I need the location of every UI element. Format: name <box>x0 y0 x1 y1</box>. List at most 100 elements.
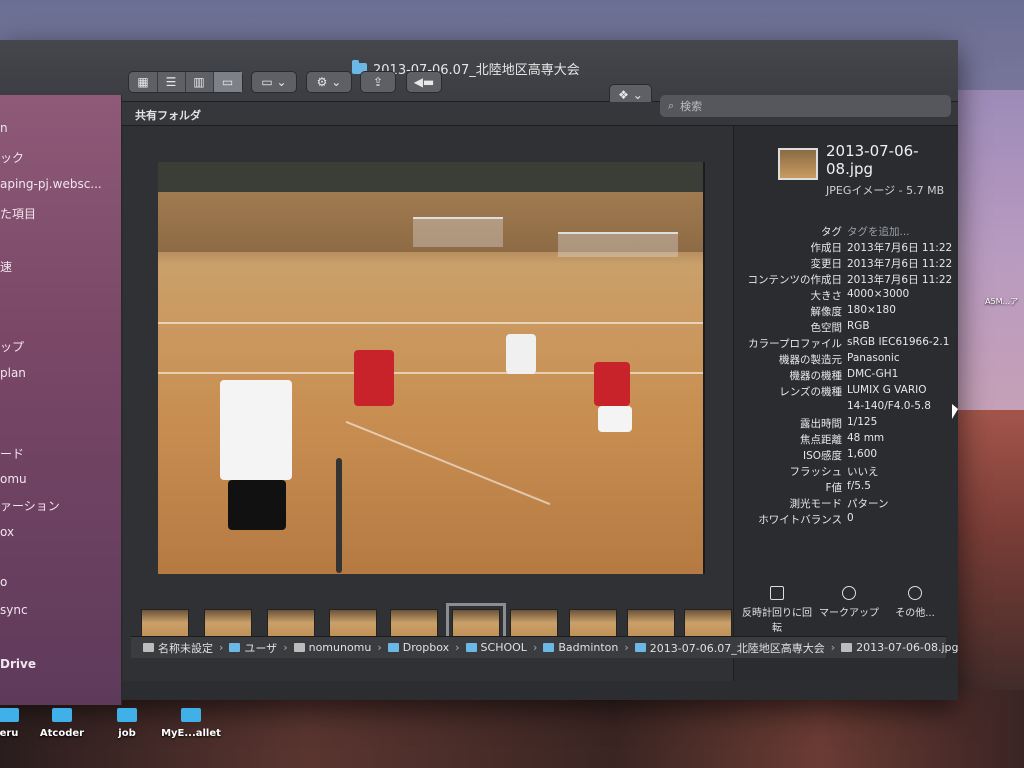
sidebar-item[interactable]: ック <box>0 149 24 166</box>
inspector-file-name: 2013-07-06-08.jpg <box>826 142 919 178</box>
photo-player-foreground <box>220 380 292 480</box>
sidebar-item[interactable]: ップ <box>0 338 24 355</box>
markup-label: マークアップ <box>819 608 879 619</box>
metadata-value: いいえ <box>847 466 879 478</box>
share-button[interactable]: ⇪ <box>360 71 396 93</box>
shared-folder-label: 共有フォルダ <box>135 109 201 122</box>
sidebar-item[interactable]: omu <box>0 472 27 486</box>
metadata-key: 露出時間 <box>800 418 842 430</box>
badminton-photo-preview[interactable] <box>158 162 703 574</box>
metadata-value: 180×180 <box>847 304 896 316</box>
chevron-right-icon: › <box>377 641 382 654</box>
metadata-key: コンテンツの作成日 <box>747 274 843 286</box>
metadata-key: フラッシュ <box>789 466 843 478</box>
view-mode-control[interactable]: ▦ ☰ ▥ ▭ <box>128 71 243 93</box>
metadata-key: 大きさ <box>810 290 843 302</box>
metadata-row: カラープロファイル sRGB IEC61966-2.1 <box>734 336 959 352</box>
metadata-row: ISO感度 1,600 <box>734 448 959 464</box>
metadata-row: フラッシュ いいえ <box>734 464 959 480</box>
path-crumb[interactable]: Badminton <box>543 641 618 654</box>
metadata-value: 2013年7月6日 11:22 <box>847 258 953 270</box>
action-button[interactable]: ⚙ ⌄ <box>306 71 352 93</box>
more-button[interactable]: その他... <box>880 586 950 619</box>
metadata-row: タグ タグを追加... <box>734 224 959 240</box>
desktop-wallpaper-sky <box>950 90 1024 420</box>
path-crumb-label: nomunomu <box>308 641 372 654</box>
metadata-key: 測光モード <box>789 498 843 510</box>
dropbox-icon: ❖ ⌄ <box>618 88 643 102</box>
metadata-key: レンズの機種 <box>779 386 842 398</box>
metadata-value: 1,600 <box>847 448 878 460</box>
desktop-folder-label: Atcoder <box>39 728 85 739</box>
path-crumb[interactable]: ユーザ <box>229 640 277 656</box>
photo-court-line <box>158 322 703 324</box>
add-tag-link[interactable]: タグを追加... <box>847 224 910 239</box>
chevron-right-icon: › <box>830 641 836 654</box>
metadata-row: 焦点距離 48 mm <box>734 432 959 448</box>
metadata-value: 0 <box>847 512 854 524</box>
desktop-folder-label: job <box>118 728 136 739</box>
inspector-file-kind: JPEGイメージ - 5.7 MB <box>826 184 945 197</box>
path-crumb[interactable]: 2013-07-06-08.jpg <box>841 641 959 654</box>
desktop-folder-label: MyE...allet <box>161 728 221 739</box>
path-crumb[interactable]: 名称未設定 <box>143 640 213 656</box>
folder-icon <box>0 708 19 722</box>
disk-icon <box>143 643 154 652</box>
photo-player-white-shorts <box>598 406 632 432</box>
search-field[interactable]: ⌕ 検索 <box>660 95 951 117</box>
sidebar-item[interactable]: plan <box>0 366 26 380</box>
group-button[interactable]: ▭ ⌄ <box>251 71 297 93</box>
sidebar-item[interactable]: Drive <box>0 657 36 671</box>
sidebar-item[interactable]: n <box>0 121 8 135</box>
folder-icon <box>387 643 399 652</box>
tag-icon: ◀▬ <box>413 75 435 89</box>
metadata-row: レンズの機種 LUMIX G VARIO <box>734 384 959 400</box>
metadata-value: LUMIX G VARIO <box>847 384 927 396</box>
path-crumb[interactable]: 2013-07-06.07_北陸地区高専大会 <box>634 640 825 656</box>
desktop-folder-job[interactable]: job <box>92 708 162 739</box>
search-icon: ⌕ <box>668 99 675 112</box>
markup-button[interactable]: マークアップ <box>814 586 884 619</box>
metadata-value: Panasonic <box>847 352 900 364</box>
path-crumb[interactable]: SCHOOL <box>465 641 527 654</box>
folder-icon <box>181 708 201 722</box>
metadata-value: 4000×3000 <box>847 288 910 300</box>
sidebar-item[interactable]: ァーション <box>0 497 60 514</box>
tags-button[interactable]: ◀▬ <box>406 71 442 93</box>
file-thumbnail-icon <box>778 148 818 180</box>
sidebar-item[interactable]: o <box>0 575 7 589</box>
metadata-key: ISO感度 <box>802 450 842 462</box>
desktop-file-a5m[interactable]: A5M...ア <box>985 296 1018 307</box>
metadata-value: 14-140/F4.0-5.8 <box>847 400 931 412</box>
search-placeholder: 検索 <box>680 100 703 113</box>
sidebar-item[interactable]: ード <box>0 445 24 462</box>
folder-icon <box>634 643 646 652</box>
path-crumb[interactable]: nomunomu <box>293 641 372 654</box>
desktop-folder-atcoder[interactable]: Atcoder <box>27 708 97 739</box>
inspector-panel: 2013-07-06-08.jpg JPEGイメージ - 5.7 MB タグ タグ… <box>733 126 958 681</box>
metadata-row: 変更日 2013年7月6日 11:22 <box>734 256 959 272</box>
metadata-row: 色空間 RGB <box>734 320 959 336</box>
sidebar-item[interactable]: 速 <box>0 258 12 275</box>
sidebar-item[interactable]: aping-pj.websc... <box>0 177 102 191</box>
path-crumb-label: 名称未設定 <box>158 641 213 655</box>
photo-player-foreground-shorts <box>228 480 286 530</box>
metadata-value: 1/125 <box>847 416 878 428</box>
folder-icon <box>229 643 241 652</box>
desktop-folder-label: eru <box>0 728 19 739</box>
rotate-left-button[interactable]: 反時計回りに回転 <box>738 586 816 634</box>
icon-view-icon[interactable]: ▦ <box>130 72 158 92</box>
metadata-row: 測光モード パターン <box>734 496 959 512</box>
sidebar-item[interactable]: sync <box>0 603 28 617</box>
sidebar-item[interactable]: ox <box>0 525 14 539</box>
path-crumb-label: Badminton <box>558 641 619 654</box>
desktop-wallpaper-rock <box>950 410 1024 710</box>
folder-icon <box>117 708 137 722</box>
list-view-icon[interactable]: ☰ <box>158 72 186 92</box>
photo-player-red-right <box>594 362 630 406</box>
desktop-folder-myewallet[interactable]: MyE...allet <box>156 708 226 739</box>
gallery-view-icon[interactable]: ▭ <box>213 72 242 92</box>
sidebar-item[interactable]: た項目 <box>0 205 36 222</box>
path-crumb[interactable]: Dropbox <box>387 641 449 654</box>
column-view-icon[interactable]: ▥ <box>186 72 214 92</box>
